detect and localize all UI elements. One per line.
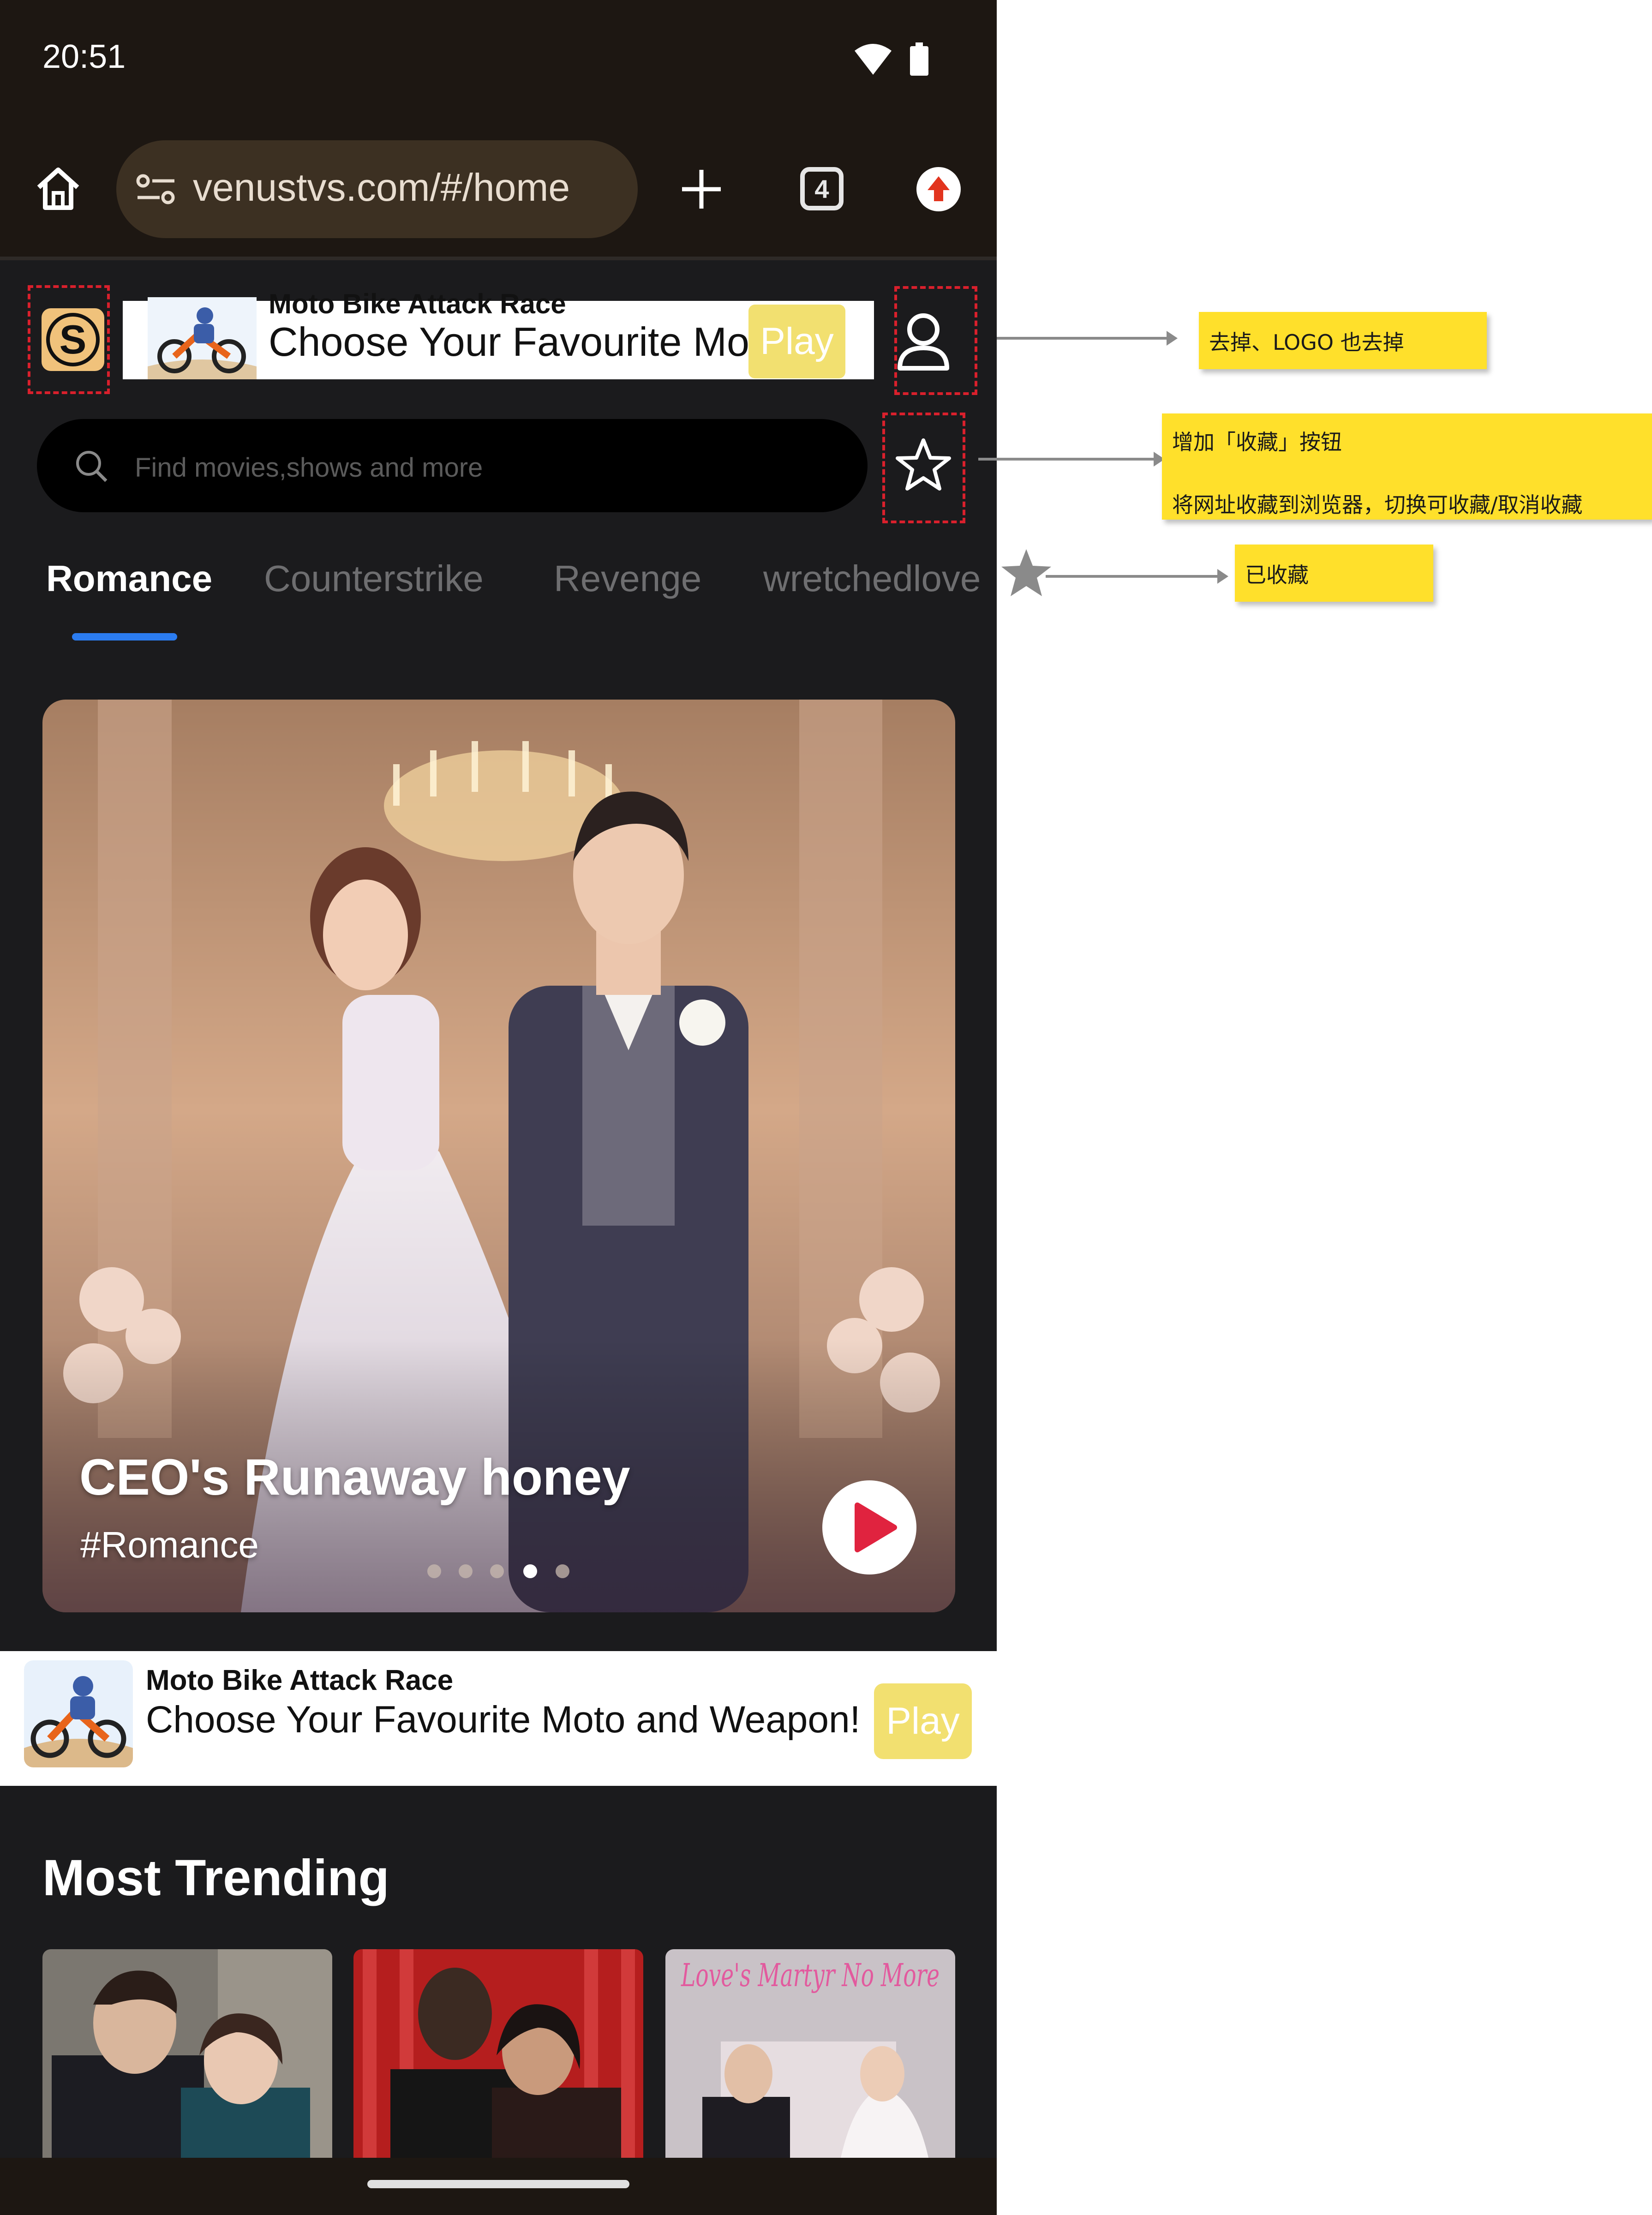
top-ad-text: Choose Your Favourite Mo... <box>269 319 784 365</box>
annotation-text: 已收藏 <box>1245 563 1309 587</box>
annotation-arrow <box>1046 569 1228 584</box>
tab-revenge[interactable]: Revenge <box>554 557 701 600</box>
profile-highlight-box <box>894 286 977 395</box>
status-time: 20:51 <box>42 38 126 75</box>
annotation-note-starred: 已收藏 <box>1235 545 1433 602</box>
section-title: Most Trending <box>42 1850 389 1906</box>
banner-play-button[interactable] <box>822 1480 916 1574</box>
favorite-highlight-box <box>882 413 965 523</box>
ad-thumbnail-motorbike[interactable] <box>148 297 257 379</box>
annotation-note-remove: 去掉、LOGO 也去掉 <box>1199 312 1487 369</box>
battery-icon <box>910 42 928 76</box>
tab-wretchedlove[interactable]: wretchedlove <box>763 557 981 600</box>
banner-genre-tag[interactable]: #Romance <box>80 1524 259 1566</box>
top-ad-title: Moto Bike Attack Race <box>269 288 566 319</box>
wifi-icon <box>855 44 892 75</box>
url-text[interactable]: venustvs.com/#/home <box>193 165 570 210</box>
annotation-text: 去掉、LOGO 也去掉 <box>1209 330 1404 355</box>
inline-ad-title: Moto Bike Attack Race <box>146 1664 454 1696</box>
poster-image: Love's Martyr No More <box>665 1949 955 2158</box>
carousel-dot[interactable] <box>459 1564 473 1578</box>
phone-screen: 20:51 venustvs.com/#/home 4 S Moto Bike … <box>0 0 997 2215</box>
starred-star-icon <box>1001 549 1051 596</box>
top-ad-play-button[interactable]: Play <box>748 305 845 378</box>
carousel-dot-active[interactable] <box>523 1564 537 1578</box>
inline-ad-text: Choose Your Favourite Moto and Weapon! <box>146 1699 861 1741</box>
tab-switcher-button[interactable]: 4 <box>800 167 844 210</box>
update-icon[interactable] <box>916 167 961 211</box>
new-tab-icon[interactable] <box>678 166 724 212</box>
status-bar <box>0 0 997 129</box>
tab-counterstrike[interactable]: Counterstrike <box>264 557 484 600</box>
carousel-dot[interactable] <box>556 1564 569 1578</box>
tab-romance[interactable]: Romance <box>46 557 212 600</box>
search-input[interactable]: Find movies,shows and more <box>135 452 483 483</box>
poster-image <box>42 1949 332 2158</box>
play-icon <box>855 1503 897 1552</box>
site-settings-icon[interactable] <box>136 173 176 206</box>
annotation-note-add-favorite: 增加「收藏」按钮 将网址收藏到浏览器，切换可收藏/取消收藏 <box>1162 413 1652 520</box>
annotation-text: 增加「收藏」按钮 <box>1172 430 1342 455</box>
ad-thumbnail-motorbike[interactable] <box>24 1660 133 1767</box>
carousel-dot[interactable] <box>427 1564 441 1578</box>
annotation-arrow <box>997 331 1178 346</box>
home-icon[interactable] <box>32 162 84 214</box>
carousel-dot[interactable] <box>490 1564 504 1578</box>
gesture-handle[interactable] <box>367 2180 629 2188</box>
trending-poster[interactable]: Love's Martyr No More <box>665 1949 955 2158</box>
search-icon[interactable] <box>73 448 110 485</box>
inline-ad-play-button[interactable]: Play <box>874 1683 972 1759</box>
banner-title: CEO's Runaway honey <box>79 1449 630 1506</box>
annotation-text: 将网址收藏到浏览器，切换可收藏/取消收藏 <box>1172 492 1583 517</box>
active-tab-indicator <box>72 633 177 641</box>
annotation-arrow <box>978 452 1165 467</box>
logo-highlight-box <box>28 285 110 394</box>
trending-poster[interactable] <box>42 1949 332 2158</box>
poster-overlay-text: Love's Martyr No More <box>681 1958 940 1994</box>
toolbar-divider <box>0 257 997 260</box>
poster-image <box>353 1949 643 2158</box>
trending-poster[interactable] <box>353 1949 643 2158</box>
